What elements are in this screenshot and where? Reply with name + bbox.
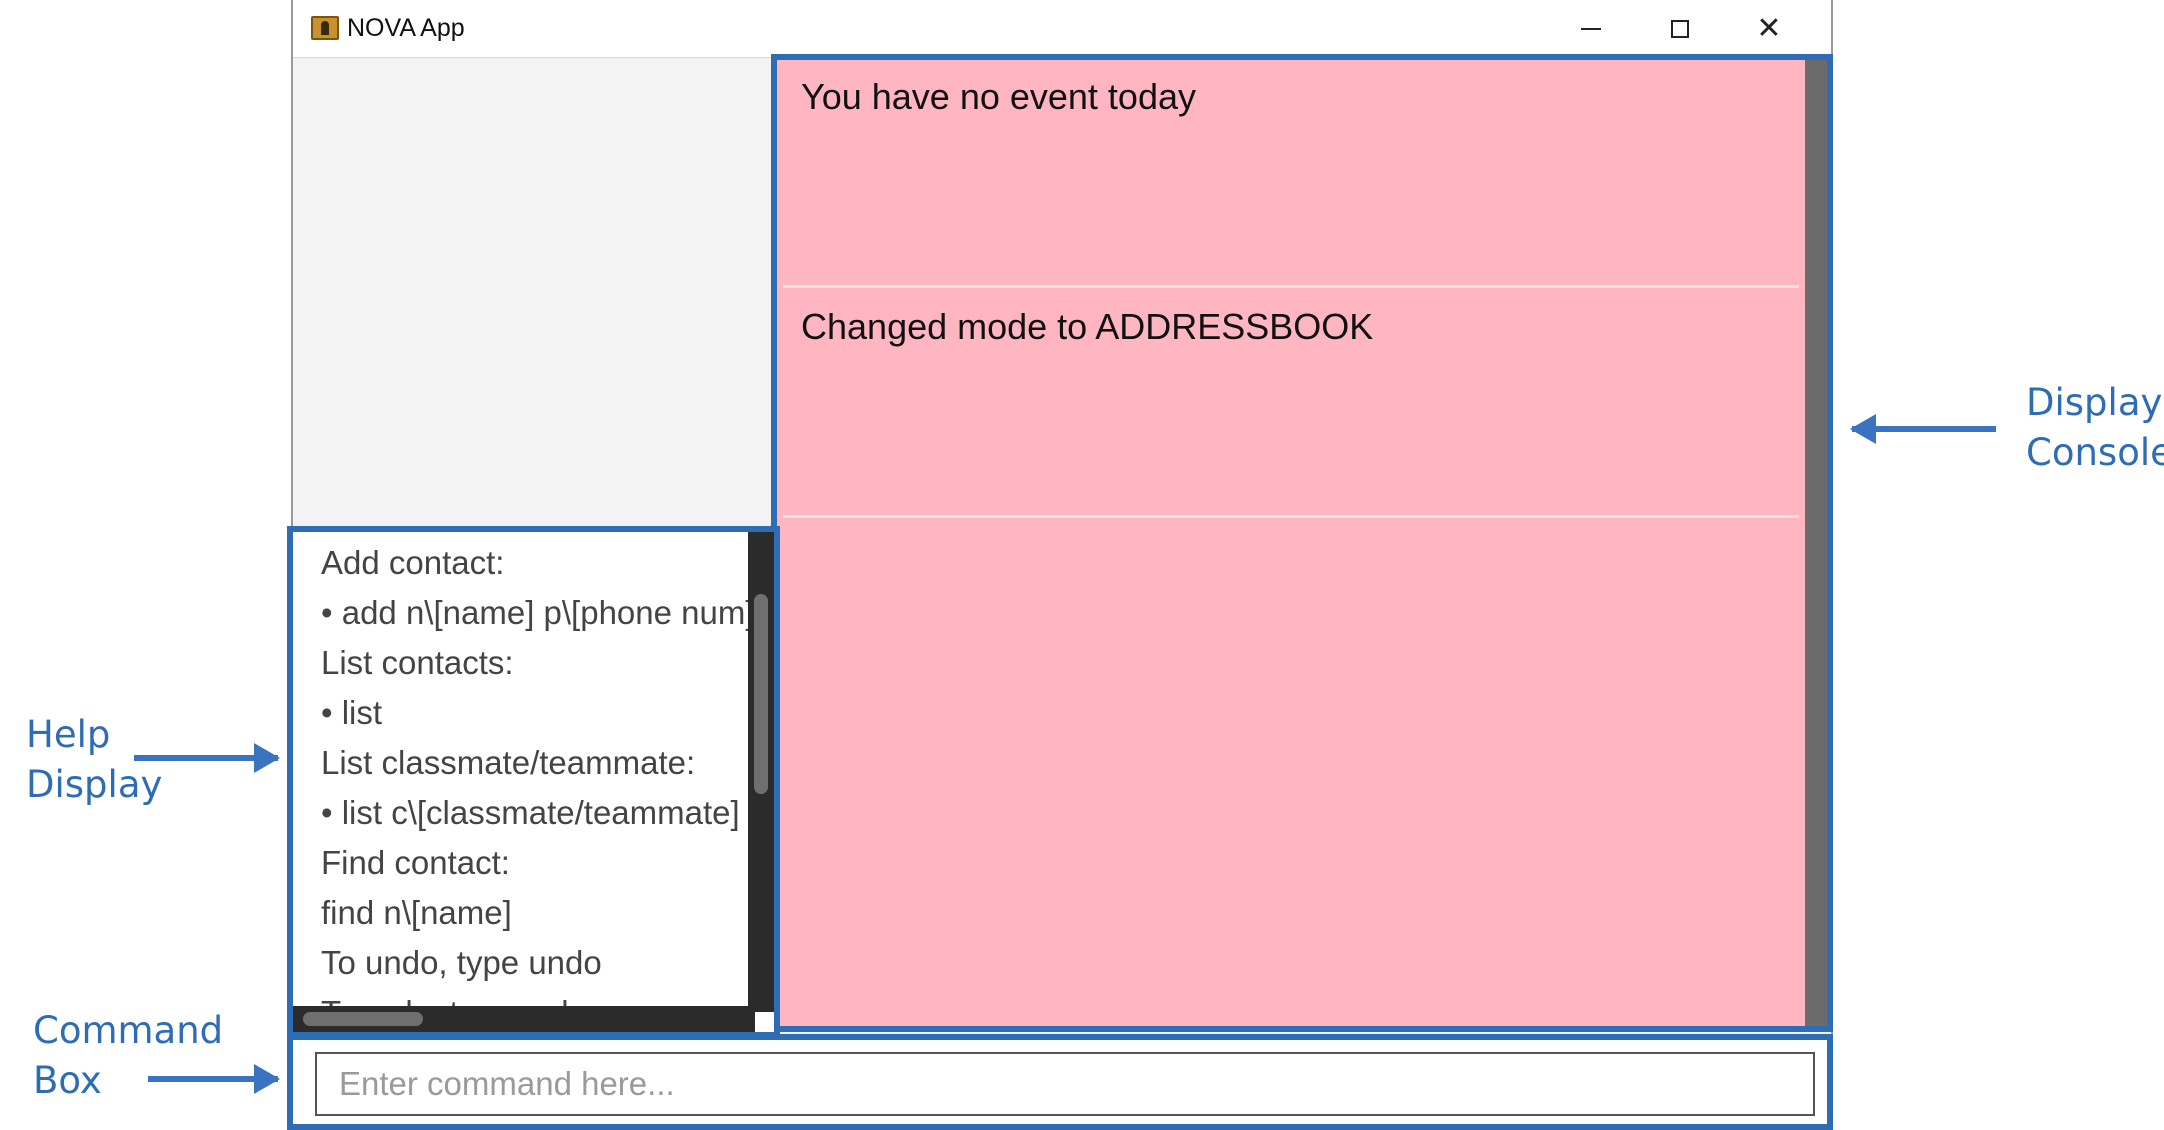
display-console[interactable]: You have no event today Changed mode to …	[771, 54, 1833, 1032]
console-message: You have no event today	[801, 76, 1196, 117]
annotation-text: Command	[33, 1009, 224, 1052]
command-box	[287, 1034, 1833, 1130]
maximize-icon	[1671, 20, 1689, 38]
maximize-button[interactable]	[1636, 0, 1724, 58]
scroll-thumb[interactable]	[303, 1012, 423, 1026]
console-scrollbar[interactable]	[1805, 60, 1827, 1026]
help-line: find n\[name]	[321, 894, 512, 931]
help-line: • add n\[name] p\[phone num]	[321, 594, 755, 631]
minimize-icon	[1581, 28, 1601, 30]
help-line: List classmate/teammate:	[321, 744, 696, 781]
command-input[interactable]	[315, 1052, 1815, 1116]
address-book-icon	[311, 16, 339, 40]
close-button[interactable]: ✕	[1725, 0, 1813, 58]
window-title: NOVA App	[347, 14, 465, 42]
command-box-annotation: Command Box	[33, 1006, 223, 1106]
help-vertical-scrollbar[interactable]	[748, 532, 774, 1012]
console-message: Changed mode to ADDRESSBOOK	[801, 306, 1374, 347]
scroll-thumb[interactable]	[754, 594, 768, 794]
help-line: To undo, type undo	[321, 944, 602, 981]
right-arrow-icon	[134, 743, 280, 773]
help-line: • list	[321, 694, 383, 731]
display-console-annotation: Display Console	[2026, 378, 2164, 478]
help-line: • list c\[classmate/teammate]	[321, 794, 740, 831]
left-arrow-icon	[1850, 414, 1996, 444]
annotation-text: Display	[2026, 381, 2163, 424]
title-bar[interactable]: NOVA App ✕	[293, 0, 1831, 58]
help-horizontal-scrollbar[interactable]	[293, 1006, 755, 1032]
annotation-text: Display	[26, 763, 163, 806]
help-list: Add contact: • add n\[name] p\[phone num…	[321, 538, 755, 1032]
help-display[interactable]: Add contact: • add n\[name] p\[phone num…	[287, 526, 780, 1038]
right-arrow-icon	[148, 1064, 280, 1094]
minimize-button[interactable]	[1547, 0, 1635, 58]
annotation-text: Help	[26, 713, 111, 756]
annotation-text: Console	[2026, 431, 2164, 474]
help-line: List contacts:	[321, 644, 514, 681]
help-line: Add contact:	[321, 544, 505, 581]
close-icon: ✕	[1756, 11, 1782, 46]
help-line: Find contact:	[321, 844, 510, 881]
console-card: Changed mode to ADDRESSBOOK	[783, 290, 1799, 518]
console-card: You have no event today	[783, 60, 1799, 288]
